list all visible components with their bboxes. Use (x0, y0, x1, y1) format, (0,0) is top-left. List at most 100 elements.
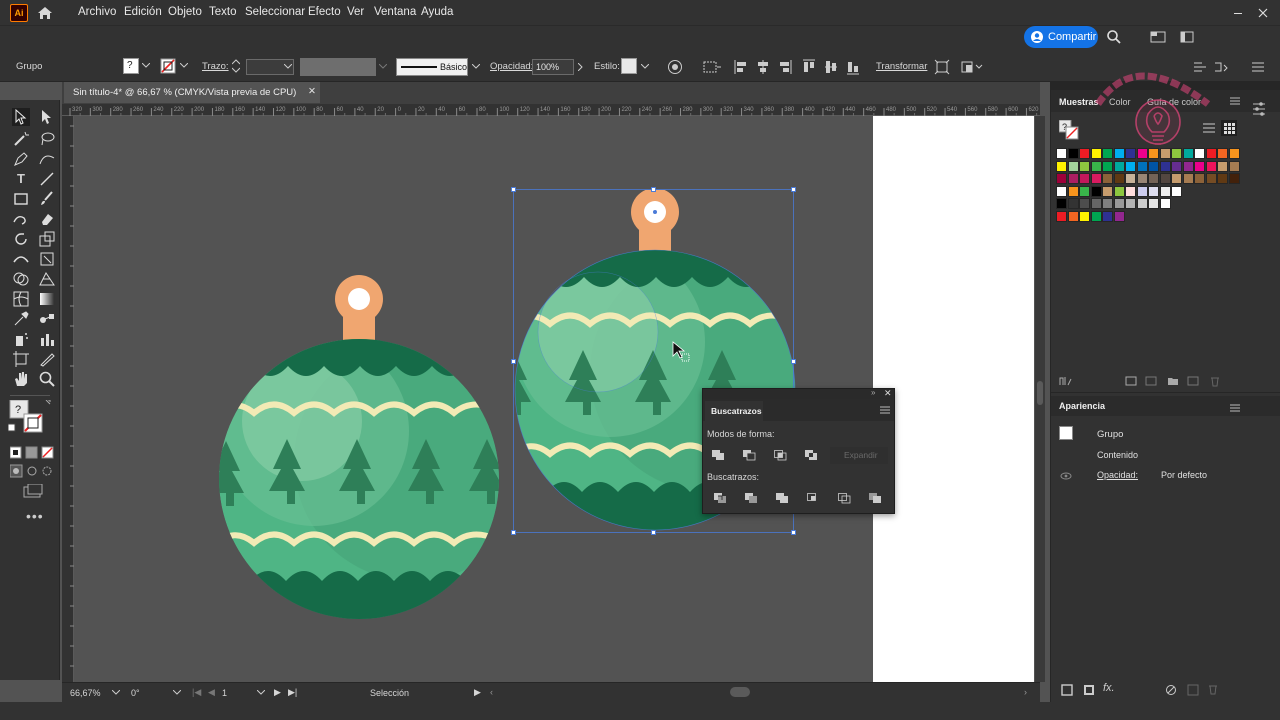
hand-tool-icon[interactable] (12, 370, 30, 388)
chevron-right-icon[interactable] (578, 63, 584, 71)
properties-icon[interactable] (1251, 100, 1267, 118)
menu-ver[interactable]: Ver (347, 6, 364, 18)
color-swatch[interactable] (1217, 160, 1228, 172)
color-swatch[interactable] (1090, 160, 1102, 172)
scroll-right-icon[interactable]: › (1024, 687, 1027, 697)
lasso-tool-icon[interactable] (38, 130, 56, 148)
color-swatch[interactable] (1056, 173, 1067, 184)
color-swatch[interactable] (1194, 173, 1205, 184)
align-left-icon[interactable] (734, 59, 748, 75)
menu-ayuda[interactable]: Ayuda (421, 6, 453, 18)
artboard-tool-icon[interactable] (12, 350, 30, 368)
color-swatch[interactable] (1067, 198, 1079, 209)
color-swatch[interactable] (1125, 173, 1136, 184)
color-swatch[interactable] (1079, 185, 1090, 197)
add-stroke-icon[interactable] (1061, 684, 1073, 696)
stroke-none-icon[interactable] (160, 58, 176, 74)
color-swatch[interactable] (1056, 185, 1067, 197)
minus-front-icon[interactable] (743, 450, 756, 461)
outline-icon[interactable] (838, 493, 851, 504)
color-swatch[interactable] (1217, 148, 1228, 159)
color-swatch[interactable] (1067, 173, 1079, 184)
eraser-tool-icon[interactable] (38, 210, 56, 228)
color-swatch[interactable] (1136, 160, 1148, 172)
color-swatch[interactable] (1125, 185, 1136, 197)
home-icon[interactable] (36, 4, 54, 22)
prev-artboard-icon[interactable]: ◀ (208, 687, 215, 698)
shaper-tool-icon[interactable] (12, 210, 30, 228)
brush-definition[interactable]: Básico (396, 58, 468, 76)
scroll-left-icon[interactable]: ‹ (490, 687, 493, 697)
transform-link[interactable]: Transformar (876, 61, 927, 72)
chevron-down-icon[interactable] (112, 690, 120, 696)
menu-edicion[interactable]: Edición (124, 6, 162, 18)
color-swatch[interactable] (1056, 210, 1067, 222)
visibility-eye-icon[interactable] (1060, 472, 1072, 480)
flip-icon[interactable] (1212, 59, 1228, 75)
appearance-title[interactable]: Apariencia (1059, 401, 1105, 411)
stroke-label[interactable]: Trazo: (202, 61, 229, 72)
appearance-contents[interactable]: Contenido (1097, 450, 1138, 460)
color-swatch[interactable] (1113, 148, 1125, 159)
canvas[interactable] (74, 116, 1040, 682)
expand-button[interactable]: Expandir (830, 447, 888, 464)
opacity-label[interactable]: Opacidad: (490, 61, 533, 72)
appearance-opacity-label[interactable]: Opacidad: (1097, 470, 1138, 480)
menu-texto[interactable]: Texto (209, 6, 237, 18)
zoom-level[interactable]: 66,67% (70, 688, 101, 698)
recolor-artwork-icon[interactable] (667, 59, 683, 75)
color-swatch[interactable] (1079, 198, 1090, 209)
opacity-field[interactable]: 100% (532, 59, 574, 75)
status-menu-icon[interactable]: ▶ (474, 687, 481, 698)
slice-tool-icon[interactable] (38, 350, 56, 368)
scale-tool-icon[interactable] (38, 230, 56, 248)
horizontal-scroll-thumb[interactable] (730, 687, 750, 697)
color-swatch[interactable] (1217, 173, 1228, 184)
color-swatch[interactable] (1148, 148, 1159, 159)
shape-builder-tool-icon[interactable] (12, 270, 30, 288)
search-icon[interactable] (1106, 29, 1122, 45)
intersect-icon[interactable] (774, 450, 787, 461)
color-swatch[interactable] (1090, 173, 1102, 184)
color-swatch[interactable] (1079, 173, 1090, 184)
chevron-down-icon[interactable] (173, 690, 181, 696)
more-options-icon[interactable] (1250, 59, 1266, 75)
align-center-icon[interactable] (756, 59, 770, 75)
color-swatch[interactable] (1090, 210, 1102, 222)
merge-icon[interactable] (776, 493, 789, 504)
collapse-panel-icon[interactable]: » (871, 388, 875, 397)
transform-each-icon[interactable] (960, 59, 984, 75)
menu-efecto[interactable]: Efecto (308, 6, 341, 18)
selection-tool-icon[interactable] (12, 108, 30, 126)
color-swatch[interactable] (1205, 173, 1217, 184)
color-swatch[interactable] (1136, 148, 1148, 159)
color-swatch[interactable] (1079, 148, 1090, 159)
color-swatch[interactable] (1067, 210, 1079, 222)
new-swatch-icon[interactable] (1187, 376, 1199, 386)
color-swatch[interactable] (1102, 198, 1113, 209)
vertical-scroll-thumb[interactable] (1037, 381, 1043, 405)
color-swatch[interactable] (1205, 160, 1217, 172)
panel-menu-icon[interactable] (1229, 96, 1241, 106)
panel-menu-icon[interactable] (1229, 403, 1241, 413)
color-swatch[interactable] (1067, 148, 1079, 159)
horizontal-ruler[interactable]: 320 300 280 260 240 220 200 180 160 140 120 100 80 60… (62, 104, 1040, 116)
screen-mode-icon[interactable] (22, 484, 44, 500)
color-swatch[interactable] (1067, 185, 1079, 197)
color-swatch[interactable] (1102, 160, 1113, 172)
style-swatch[interactable] (621, 58, 637, 74)
curvature-tool-icon[interactable] (38, 150, 56, 168)
color-swatch[interactable] (1056, 198, 1067, 209)
fill-stroke-mini-icon[interactable]: ? (1059, 120, 1079, 140)
panel-menu-icon[interactable] (880, 406, 890, 414)
last-artboard-icon[interactable]: ▶| (288, 687, 297, 698)
color-mode-icons[interactable] (10, 446, 54, 460)
crop-icon[interactable] (807, 493, 820, 504)
color-swatch[interactable] (1102, 173, 1113, 184)
paintbrush-tool-icon[interactable] (38, 190, 56, 208)
artboard-number[interactable]: 1 (222, 688, 227, 698)
color-swatch[interactable] (1159, 148, 1171, 159)
add-fill-icon[interactable] (1083, 684, 1095, 696)
color-swatch[interactable] (1102, 210, 1113, 222)
next-artboard-icon[interactable]: ▶ (274, 687, 281, 698)
